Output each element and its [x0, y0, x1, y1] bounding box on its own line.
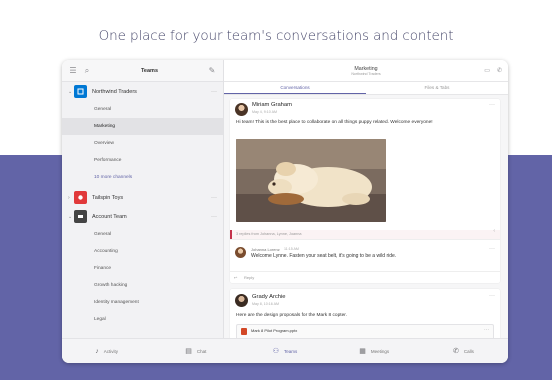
- sidebar-title: Teams: [140, 67, 159, 74]
- message-post: Grady Archie May 8, 10:16 AM ··· Here ar…: [230, 289, 500, 338]
- teams-icon: ⚇: [272, 348, 280, 355]
- hamburger-icon[interactable]: ☰: [68, 66, 78, 76]
- team-northwind-traders[interactable]: ⌄ Northwind Traders ···: [62, 82, 223, 101]
- nav-label: Calls: [463, 348, 474, 354]
- channel-header: Marketing Northwind Traders ▭ ✆: [224, 60, 508, 82]
- tablet-device-frame: ☰ ⌕ Teams ✎ ⌄ Northwind Traders ··· Gene…: [62, 60, 508, 363]
- bell-icon: ♪: [95, 347, 99, 355]
- channel-finance[interactable]: Finance: [62, 260, 223, 277]
- compose-icon[interactable]: ✎: [207, 66, 217, 76]
- avatar[interactable]: [235, 103, 248, 116]
- nav-chat[interactable]: ▤ Chat: [151, 339, 240, 363]
- channel-general[interactable]: General: [62, 101, 223, 118]
- more-channels-link[interactable]: 10 more channels: [62, 169, 223, 186]
- calendar-icon: ▦: [359, 348, 366, 355]
- nav-activity[interactable]: ♪ Activity: [62, 339, 151, 363]
- channel-growth-hacking[interactable]: Growth hacking: [62, 277, 223, 294]
- avatar[interactable]: [235, 247, 246, 258]
- tab-files-and-tabs[interactable]: Files & Tabs: [366, 82, 508, 94]
- marketing-screenshot: One place for your team's conversations …: [0, 0, 552, 380]
- phone-icon: ✆: [452, 348, 459, 355]
- sidebar-header: ☰ ⌕ Teams ✎: [62, 60, 223, 82]
- header-actions: ▭ ✆: [484, 67, 502, 74]
- reply-summary[interactable]: 3 replies from Johanna, Lynne, Joanna: [230, 230, 500, 239]
- account-team-logo-icon: [78, 215, 83, 218]
- author-name[interactable]: Miriam Graham: [252, 102, 292, 108]
- chat-icon: ▤: [185, 348, 192, 355]
- channel-panel: Marketing Northwind Traders ▭ ✆ Conversa…: [224, 60, 508, 338]
- channel-performance[interactable]: Performance: [62, 152, 223, 169]
- author-name[interactable]: Grady Archie: [252, 294, 286, 300]
- search-icon[interactable]: ⌕: [82, 66, 92, 76]
- conversation-feed[interactable]: Miriam Graham May 4, 9:10 AM ··· Hi team…: [224, 95, 508, 338]
- channel-tabs: Conversations Files & Tabs: [224, 82, 508, 95]
- reply-label: Reply: [244, 275, 255, 280]
- channel-accounting[interactable]: Accounting: [62, 243, 223, 260]
- file-attachment[interactable]: Mark 8 Pilot Program.pptx ···: [236, 324, 494, 338]
- reply-button[interactable]: ↩ Reply: [230, 271, 500, 283]
- expand-icon[interactable]: ‹: [493, 228, 495, 234]
- nav-label: Teams: [284, 348, 298, 354]
- team-avatar: [74, 191, 87, 204]
- message-text: Here are the design proposals for the Ma…: [236, 313, 347, 318]
- team-name: Tailspin Toys: [92, 194, 124, 201]
- nav-teams[interactable]: ⚇ Teams: [240, 339, 329, 363]
- reply-arrow-icon: ↩: [234, 275, 238, 280]
- more-options-icon[interactable]: ···: [489, 102, 495, 108]
- nav-label: Chat: [196, 348, 207, 354]
- more-options-icon[interactable]: ···: [211, 195, 217, 201]
- post-timestamp: May 4, 9:10 AM: [252, 110, 277, 114]
- nav-label: Activity: [103, 348, 118, 354]
- channel-identity-management[interactable]: Identity management: [62, 294, 223, 311]
- channel-general[interactable]: General: [62, 226, 223, 243]
- puppy-image: [236, 139, 386, 222]
- tailspin-logo-icon: [78, 195, 83, 200]
- nav-meetings[interactable]: ▦ Meetings: [330, 339, 419, 363]
- reply-message: Johanna Lorenz 11:15 AM Welcome Lynne. F…: [230, 239, 500, 271]
- phone-icon[interactable]: ✆: [497, 67, 502, 74]
- headline: One place for your team's conversations …: [98, 28, 454, 44]
- team-name: Northwind Traders: [92, 88, 137, 95]
- channel-overview[interactable]: Overview: [62, 135, 223, 152]
- nav-calls[interactable]: ✆ Calls: [419, 339, 508, 363]
- teams-sidebar: ☰ ⌕ Teams ✎ ⌄ Northwind Traders ··· Gene…: [62, 60, 224, 338]
- message-text: Hi team! This is the best place to colla…: [236, 120, 433, 125]
- video-call-icon[interactable]: ▭: [484, 67, 490, 74]
- more-options-icon[interactable]: ···: [484, 327, 489, 333]
- channel-subtitle: Northwind Traders: [351, 72, 381, 76]
- post-timestamp: May 8, 10:16 AM: [252, 302, 279, 306]
- channel-legal[interactable]: Legal: [62, 311, 223, 328]
- reply-author[interactable]: Johanna Lorenz: [251, 247, 280, 252]
- team-account-team[interactable]: ⌄ Account Team ···: [62, 207, 223, 226]
- more-options-icon[interactable]: ···: [211, 214, 217, 220]
- tab-conversations[interactable]: Conversations: [224, 82, 366, 94]
- northwind-logo-icon: [77, 88, 84, 95]
- nav-label: Meetings: [370, 348, 390, 354]
- more-options-icon[interactable]: ···: [489, 293, 495, 299]
- more-options-icon[interactable]: ···: [489, 246, 495, 252]
- team-name: Account Team: [92, 213, 127, 220]
- puppy-photo[interactable]: [236, 139, 386, 222]
- team-avatar: [74, 85, 87, 98]
- avatar[interactable]: [235, 294, 248, 307]
- team-tailspin-toys[interactable]: › Tailspin Toys ···: [62, 188, 223, 207]
- bottom-navigation: ♪ Activity ▤ Chat ⚇ Teams ▦ Meetings ✆ C…: [62, 338, 508, 363]
- powerpoint-icon: [241, 328, 247, 335]
- team-avatar: [74, 210, 87, 223]
- more-options-icon[interactable]: ···: [211, 89, 217, 95]
- channel-marketing[interactable]: Marketing: [62, 118, 223, 135]
- reply-timestamp: 11:15 AM: [284, 247, 299, 251]
- reply-text: Welcome Lynne. Fasten your seat belt, it…: [251, 253, 397, 259]
- message-post: Miriam Graham May 4, 9:10 AM ··· Hi team…: [230, 99, 500, 283]
- attachment-name: Mark 8 Pilot Program.pptx: [251, 328, 298, 333]
